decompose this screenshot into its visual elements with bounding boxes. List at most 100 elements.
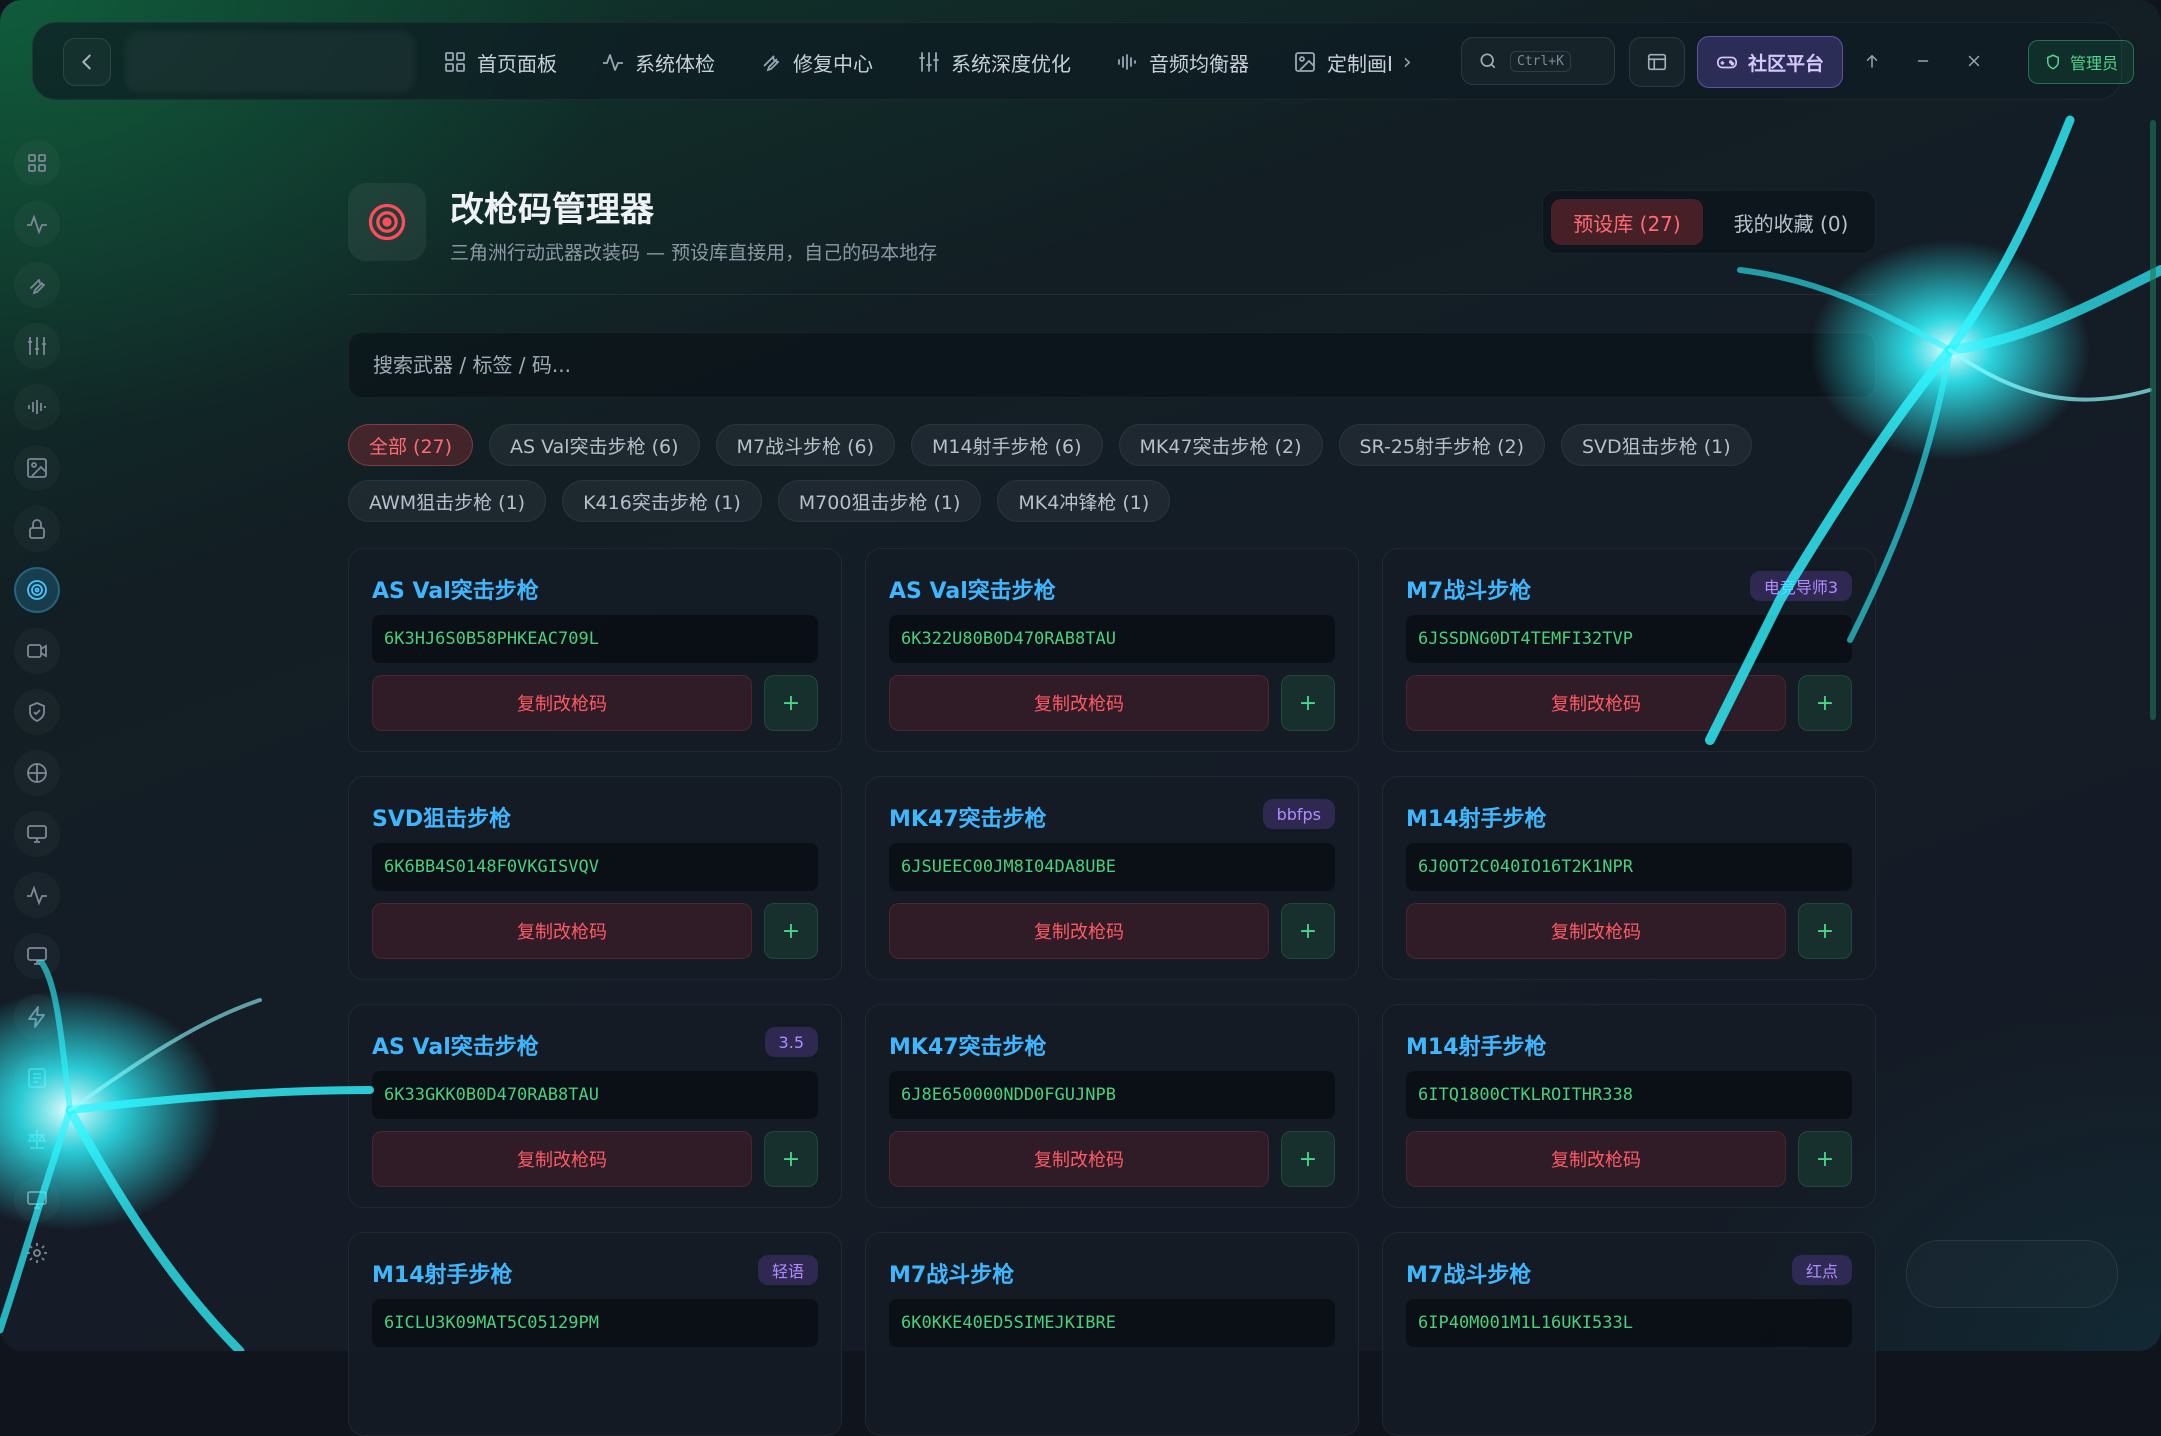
gun-code[interactable]: 6K3HJ6S0B58PHKEAC709L [372, 615, 818, 663]
add-favorite-button[interactable]: + [1798, 675, 1852, 731]
weapon-name: M14射手步枪 [1406, 807, 1547, 832]
video-icon [27, 644, 47, 658]
gun-code[interactable]: 6JSUEEC00JM8I04DA8UBE [889, 843, 1335, 891]
gun-code[interactable]: 6ITQ1800CTKLROITHR338 [1406, 1071, 1852, 1119]
layout-toggle-button[interactable] [1629, 37, 1685, 87]
nav-deep-optimization[interactable]: 系统深度优化 [917, 48, 1071, 77]
tab-presets[interactable]: 预设库 (27) [1551, 199, 1703, 245]
add-favorite-button[interactable]: + [1281, 903, 1335, 959]
copy-code-button[interactable]: 复制改枪码 [889, 903, 1269, 959]
filter-chip[interactable]: SR-25射手步枪 (2) [1338, 424, 1545, 466]
close-button[interactable] [1958, 45, 1990, 77]
minimize-button[interactable] [1907, 45, 1939, 77]
filter-chip[interactable]: MK47突击步枪 (2) [1118, 424, 1323, 466]
library-tabs: 预设库 (27) 我的收藏 (0) [1542, 190, 1876, 254]
gun-code[interactable]: 6JSSDNG0DT4TEMFI32TVP [1406, 615, 1852, 663]
copy-code-button[interactable]: 复制改枪码 [889, 675, 1269, 731]
gun-code[interactable]: 6K322U80B0D470RAB8TAU [889, 615, 1335, 663]
filter-chip[interactable]: M700狙击步枪 (1) [777, 480, 982, 522]
gun-code[interactable]: 6K6BB4S0148F0VKGISVQV [372, 843, 818, 891]
sidebar-item-equalizer[interactable] [14, 384, 60, 430]
community-platform-button[interactable]: 社区平台 [1697, 36, 1843, 88]
nav-system-check[interactable]: 系统体检 [601, 48, 715, 77]
sidebar-item-gun-codes[interactable] [14, 567, 60, 613]
author-tag: 3.5 [764, 1027, 818, 1057]
filter-chip[interactable]: AS Val突击步枪 (6) [489, 424, 700, 466]
sidebar-item-screen[interactable] [14, 1177, 60, 1223]
nav-custom-wallpaper[interactable]: 定制画I [1293, 48, 1393, 77]
gun-code[interactable]: 6K0KKE40ED5SIMEJKIBRE [889, 1299, 1335, 1347]
copy-code-button[interactable]: 复制改枪码 [372, 903, 752, 959]
sidebar-item-video[interactable] [14, 628, 60, 674]
gun-code[interactable]: 6K33GKK0B0D470RAB8TAU [372, 1071, 818, 1119]
floating-widget[interactable] [1906, 1240, 2118, 1308]
app-title-area [125, 31, 415, 93]
minimize-icon [1917, 60, 1929, 62]
sidebar-item-lock[interactable] [14, 506, 60, 552]
scrollbar[interactable] [2150, 120, 2156, 720]
filter-chip[interactable]: M7战斗步枪 (6) [715, 424, 895, 466]
sidebar-item-list[interactable] [14, 1055, 60, 1101]
gun-code[interactable]: 6J0OT2C040IO16T2K1NPR [1406, 843, 1852, 891]
filter-chip[interactable]: SVD狙击步枪 (1) [1560, 424, 1752, 466]
shield-check-icon [29, 702, 45, 723]
tab-favorites[interactable]: 我的收藏 (0) [1713, 199, 1869, 245]
copy-code-button[interactable]: 复制改枪码 [1406, 675, 1786, 731]
sidebar-item-settings[interactable] [14, 1230, 60, 1276]
sidebar-item-system-check[interactable] [14, 201, 60, 247]
copy-code-button[interactable]: 复制改枪码 [889, 1131, 1269, 1187]
sidebar-item-crosshair[interactable] [14, 750, 60, 796]
author-tag: 轻语 [757, 1255, 818, 1285]
sidebar-item-repair[interactable] [14, 262, 60, 308]
chevron-right-icon[interactable]: › [1403, 50, 1412, 75]
crosshair-icon [27, 763, 47, 783]
global-search-button[interactable]: Ctrl+K [1461, 37, 1615, 85]
search-icon [1480, 53, 1496, 69]
sidebar-item-activity[interactable] [14, 872, 60, 918]
add-favorite-button[interactable]: + [1281, 1131, 1335, 1187]
add-favorite-button[interactable]: + [764, 1131, 818, 1187]
copy-code-button[interactable]: 复制改枪码 [372, 1131, 752, 1187]
lightning-icon [28, 1006, 45, 1028]
sidebar-item-boost[interactable] [14, 994, 60, 1040]
copy-code-button[interactable]: 复制改枪码 [1406, 903, 1786, 959]
pin-top-button[interactable] [1856, 45, 1888, 77]
filter-chip[interactable]: AWM狙击步枪 (1) [348, 480, 547, 522]
gun-code-card: AS Val突击步枪 6K3HJ6S0B58PHKEAC709L 复制改枪码 + [348, 548, 842, 752]
copy-code-button[interactable]: 复制改枪码 [1406, 1131, 1786, 1187]
sidebar-item-optimization[interactable] [14, 323, 60, 369]
gun-code-grid: AS Val突击步枪 6K3HJ6S0B58PHKEAC709L 复制改枪码 +… [348, 548, 1876, 1436]
sidebar-item-display[interactable] [14, 933, 60, 979]
sidebar-item-security[interactable] [14, 689, 60, 735]
gun-code[interactable]: 6J8E650000NDD0FGUJNPB [889, 1071, 1335, 1119]
sidebar-item-wallpaper[interactable] [14, 445, 60, 491]
gun-code[interactable]: 6IP40M001M1L16UKI533L [1406, 1299, 1852, 1347]
add-favorite-button[interactable]: + [764, 903, 818, 959]
sidebar-item-dashboard[interactable] [14, 140, 60, 186]
grid-icon [445, 52, 465, 72]
filter-chip[interactable]: K416突击步枪 (1) [562, 480, 762, 522]
filter-chip[interactable]: MK4冲锋枪 (1) [997, 480, 1171, 522]
nav-dashboard[interactable]: 首页面板 [443, 48, 557, 77]
weapon-name: MK47突击步枪 [889, 807, 1047, 832]
admin-badge[interactable]: 管理员 [2028, 40, 2134, 84]
add-favorite-button[interactable]: + [764, 675, 818, 731]
sidebar-item-balance[interactable] [14, 1116, 60, 1162]
gamepad-icon [1716, 56, 1737, 69]
add-favorite-button[interactable]: + [1798, 1131, 1852, 1187]
nav-audio-equalizer[interactable]: 音频均衡器 [1115, 48, 1249, 77]
back-button[interactable] [63, 38, 111, 86]
chevron-left-icon [81, 54, 91, 70]
nav-repair-center[interactable]: 修复中心 [759, 48, 873, 77]
weapon-name: M7战斗步枪 [1406, 579, 1532, 604]
pulse-icon [603, 54, 623, 71]
nav-label: 首页面板 [477, 51, 557, 76]
copy-code-button[interactable]: 复制改枪码 [372, 675, 752, 731]
sidebar-item-monitor[interactable] [14, 811, 60, 857]
gun-code[interactable]: 6ICLU3K09MAT5C05129PM [372, 1299, 818, 1347]
add-favorite-button[interactable]: + [1798, 903, 1852, 959]
filter-chip-all[interactable]: 全部 (27) [348, 424, 474, 466]
add-favorite-button[interactable]: + [1281, 675, 1335, 731]
filter-chip[interactable]: M14射手步枪 (6) [910, 424, 1103, 466]
search-input[interactable] [349, 333, 1875, 397]
